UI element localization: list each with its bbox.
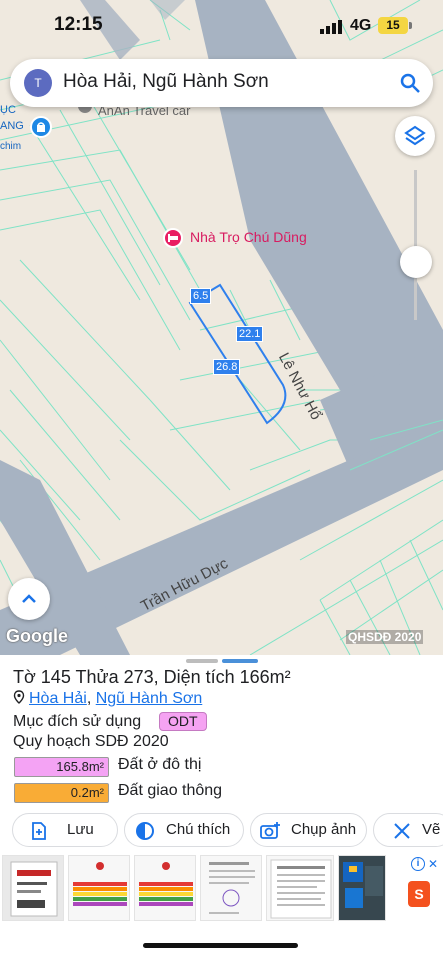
photo-thumbnail[interactable] xyxy=(134,855,196,921)
signal-icon xyxy=(320,20,342,34)
overlay-tag: QHSDĐ 2020 xyxy=(346,630,424,644)
network-type: 4G xyxy=(350,17,372,34)
photo-thumbnail[interactable] xyxy=(2,855,64,921)
capture-label: Chụp ảnh xyxy=(291,821,357,838)
dimension-label: 6.5 xyxy=(190,288,212,304)
draw-button[interactable]: Vẽ xyxy=(373,813,443,847)
info-icon[interactable]: i xyxy=(411,857,425,871)
shopping-bag-icon[interactable]: S xyxy=(408,881,430,907)
photo-thumbnail[interactable] xyxy=(68,855,130,921)
poi-edge-icon[interactable] xyxy=(30,116,52,138)
photo-thumbnail[interactable] xyxy=(338,855,386,921)
location-line: Hòa Hải, Ngũ Hành Sơn xyxy=(13,690,202,708)
sheet-handle[interactable] xyxy=(186,659,218,663)
layers-button[interactable] xyxy=(395,116,435,156)
location-pin-icon xyxy=(13,690,25,704)
search-icon[interactable] xyxy=(398,71,422,95)
home-indicator[interactable] xyxy=(143,943,298,948)
photo-thumbnail[interactable] xyxy=(200,855,262,921)
contrast-icon xyxy=(136,822,154,840)
app-screen: Nhà Trọ Chú Dũng AnAn Travel car ỤC ANG … xyxy=(0,0,443,959)
district-link[interactable]: Ngũ Hành Sơn xyxy=(96,690,203,707)
dimension-label: 26.8 xyxy=(213,359,241,375)
action-bar: Lưu Chú thích Chụp ảnh Vẽ xyxy=(0,813,443,849)
photo-strip: i ✕ S xyxy=(0,855,443,923)
status-bar: 12:15 4G 15 xyxy=(0,0,443,52)
sheet-handle-active[interactable] xyxy=(222,659,258,663)
camera-icon xyxy=(260,822,280,839)
battery-icon: 15 xyxy=(378,17,408,34)
draw-label: Vẽ xyxy=(422,821,441,838)
place-label[interactable]: Nhà Trọ Chú Dũng xyxy=(190,229,307,245)
bottom-sheet: Tờ 145 Thửa 273, Diện tích 166m² Hòa Hải… xyxy=(0,655,443,959)
area-type-label: Đất giao thông xyxy=(118,782,223,799)
ward-link[interactable]: Hòa Hải xyxy=(29,690,87,707)
photo-thumbnail[interactable] xyxy=(266,855,334,921)
search-bar[interactable]: T Hòa Hải, Ngũ Hành Sơn xyxy=(10,59,433,107)
clock: 12:15 xyxy=(54,14,103,35)
layers-icon xyxy=(404,125,426,146)
location-separator: , xyxy=(86,690,96,707)
avatar[interactable]: T xyxy=(24,69,52,97)
save-button[interactable]: Lưu xyxy=(12,813,118,847)
capture-button[interactable]: Chụp ảnh xyxy=(250,813,367,847)
edge-label-2: ANG xyxy=(0,120,24,132)
zoom-slider-handle[interactable] xyxy=(400,246,432,278)
purpose-label: Mục đích sử dụng xyxy=(13,713,142,730)
area-type-label: Đất ở đô thị xyxy=(118,756,202,773)
zoom-slider-track[interactable] xyxy=(414,170,417,320)
edge-label-3: chim xyxy=(0,141,22,152)
bookmark-add-icon xyxy=(32,822,46,840)
expand-button[interactable] xyxy=(8,578,50,620)
dimension-label: 22.1 xyxy=(236,326,264,342)
legend-label: Chú thích xyxy=(166,821,231,838)
draw-icon xyxy=(394,823,410,839)
purpose-badge: ODT xyxy=(159,712,207,731)
chevron-up-icon xyxy=(22,594,36,603)
google-logo: Google xyxy=(6,626,68,646)
save-label: Lưu xyxy=(67,821,94,838)
plan-label: Quy hoạch SDĐ 2020 xyxy=(13,733,169,750)
parcel-title: Tờ 145 Thửa 273, Diện tích 166m² xyxy=(13,667,291,687)
battery-tip xyxy=(409,22,412,29)
search-input[interactable]: Hòa Hải, Ngũ Hành Sơn xyxy=(63,71,269,93)
area-bar: 165.8m² xyxy=(14,757,109,777)
hotel-pin-icon[interactable] xyxy=(163,228,183,248)
legend-button[interactable]: Chú thích xyxy=(124,813,244,847)
edge-label-1: ỤC xyxy=(0,104,16,116)
close-ad-icon[interactable]: ✕ xyxy=(428,857,438,871)
area-bar: 0.2m² xyxy=(14,783,109,803)
